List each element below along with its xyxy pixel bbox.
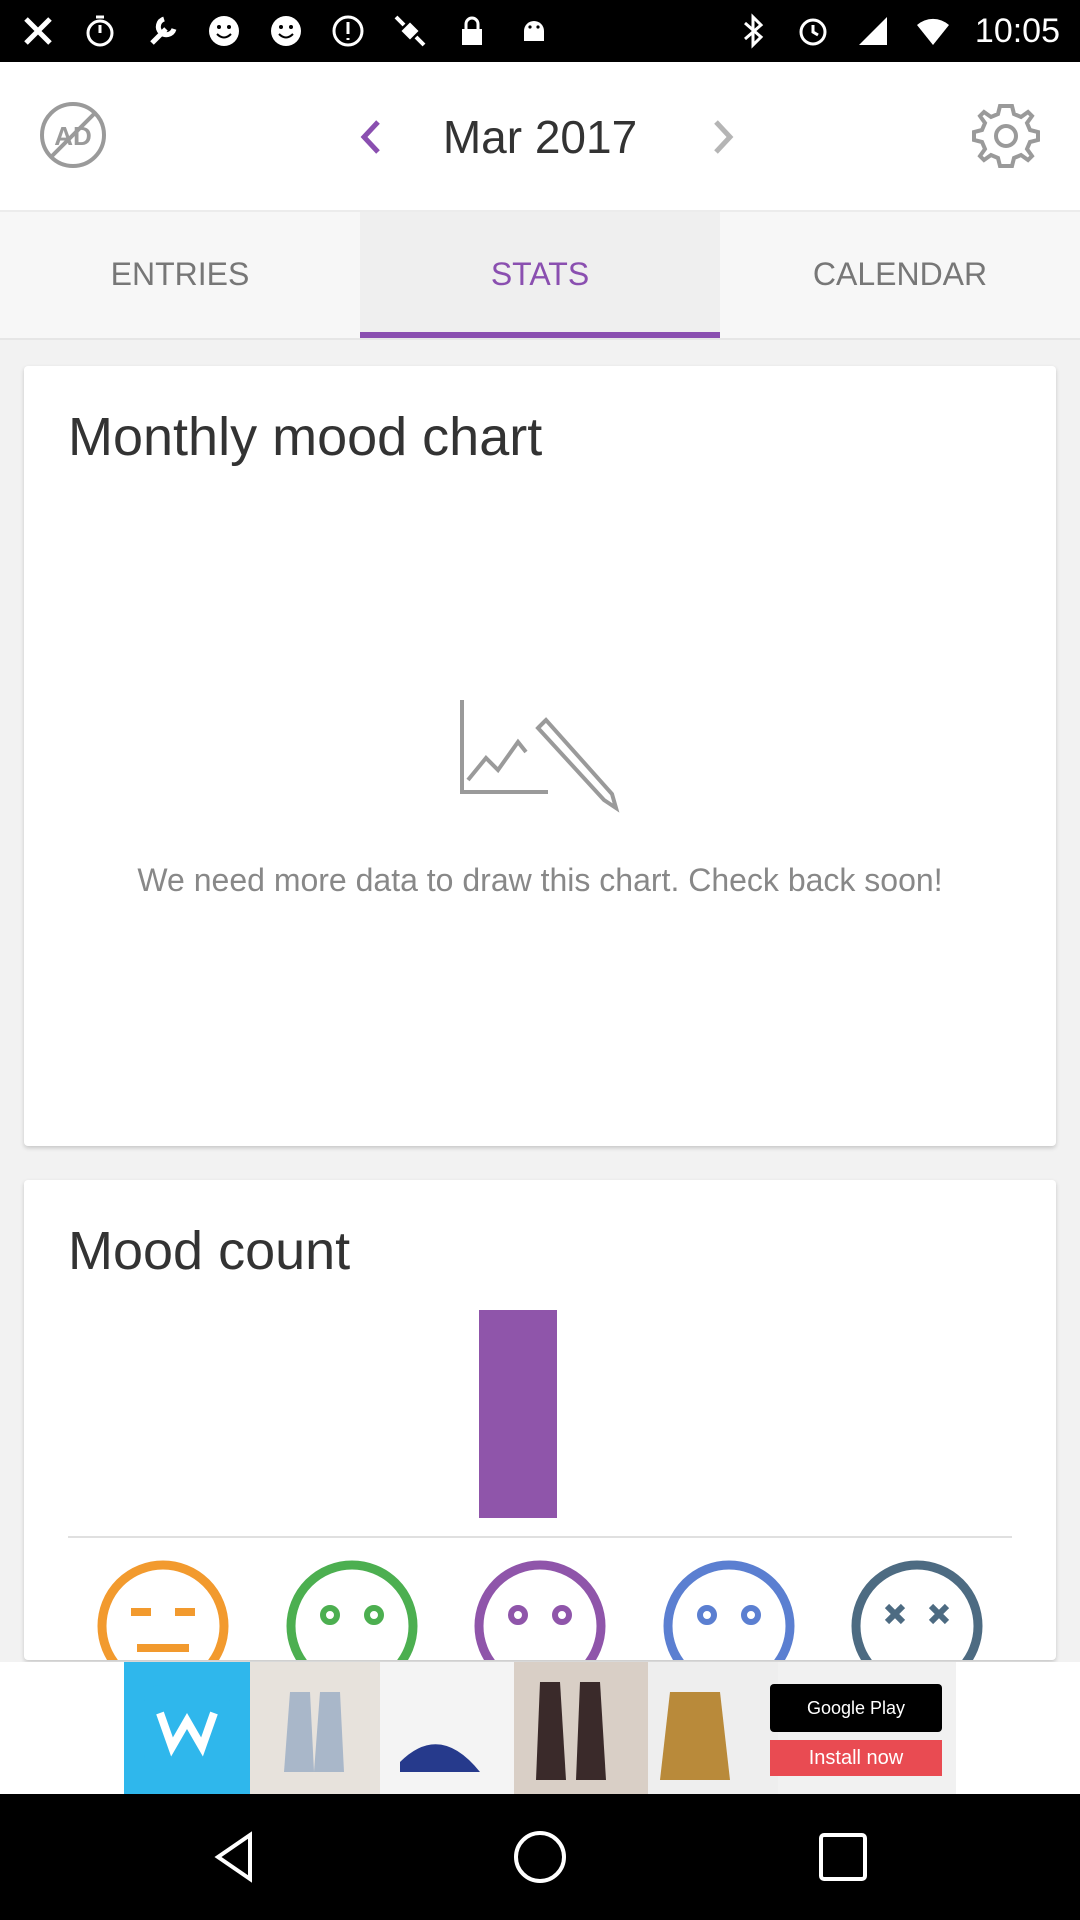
card-title: Monthly mood chart [68,407,543,467]
missed-call-icon [24,17,52,45]
status-left-icons [20,13,552,49]
tab-calendar[interactable]: CALENDAR [720,212,1080,338]
good-face-icon [286,1560,418,1660]
lock-icon [462,16,482,45]
gear-icon[interactable] [970,100,1042,172]
bluetooth-icon [743,13,764,49]
no-ads-icon[interactable]: AD [38,100,108,170]
clock-time: 10:05 [974,11,1060,50]
install-now-button[interactable]: Install now [770,1740,942,1776]
mood-faces-row [24,1560,1056,1660]
home-icon[interactable] [510,1827,570,1887]
awful-face-icon [851,1560,983,1660]
smiley-icon [271,16,301,46]
android-icon [524,21,544,41]
wrench-icon [150,16,177,45]
alarm-icon [799,18,827,46]
ad-content[interactable]: Google Play Install now [124,1662,956,1794]
mood-count-bar-neutral [479,1310,557,1518]
chevron-right-icon[interactable] [694,102,754,172]
monthly-mood-chart-card: Monthly mood chart We need more data to … [24,366,1056,1146]
card-title: Mood count [68,1221,351,1281]
back-icon[interactable] [206,1827,266,1887]
signal-icon [858,17,887,45]
status-bar: 10:05 [0,0,1080,62]
chart-pencil-icon [460,700,620,813]
tab-stats[interactable]: STATS [360,212,720,338]
meh-face-icon [97,1560,229,1660]
wish-logo-icon [124,1662,250,1794]
tab-bar: ENTRIES STATS CALENDAR [0,210,1080,340]
recents-icon[interactable] [813,1827,873,1887]
google-play-badge[interactable]: Google Play [770,1684,942,1732]
month-title: Mar 2017 [442,111,638,163]
alert-icon [332,15,364,47]
chevron-left-icon[interactable] [340,102,400,172]
svg-text:AD: AD [54,121,92,151]
neutral-face-icon [474,1560,606,1660]
chart-baseline [68,1536,1012,1538]
ad-shoes-image: Google Play Install now [250,1662,956,1794]
mood-count-bar-chart [68,1310,1012,1518]
stopwatch-icon [86,15,114,47]
wifi-icon [916,18,949,45]
sad-face-icon [663,1560,795,1660]
smiley-icon [209,16,239,46]
app-toolbar: AD Mar 2017 [0,62,1080,210]
status-right-icons: 10:05 [735,12,1060,51]
empty-chart-message: We need more data to draw this chart. Ch… [137,862,943,898]
tab-entries[interactable]: ENTRIES [0,212,360,338]
satellite-icon [394,15,426,47]
mood-count-card: Mood count [24,1180,1056,1660]
system-navigation-bar [0,1794,1080,1920]
ad-banner[interactable]: Google Play Install now [0,1662,1080,1794]
